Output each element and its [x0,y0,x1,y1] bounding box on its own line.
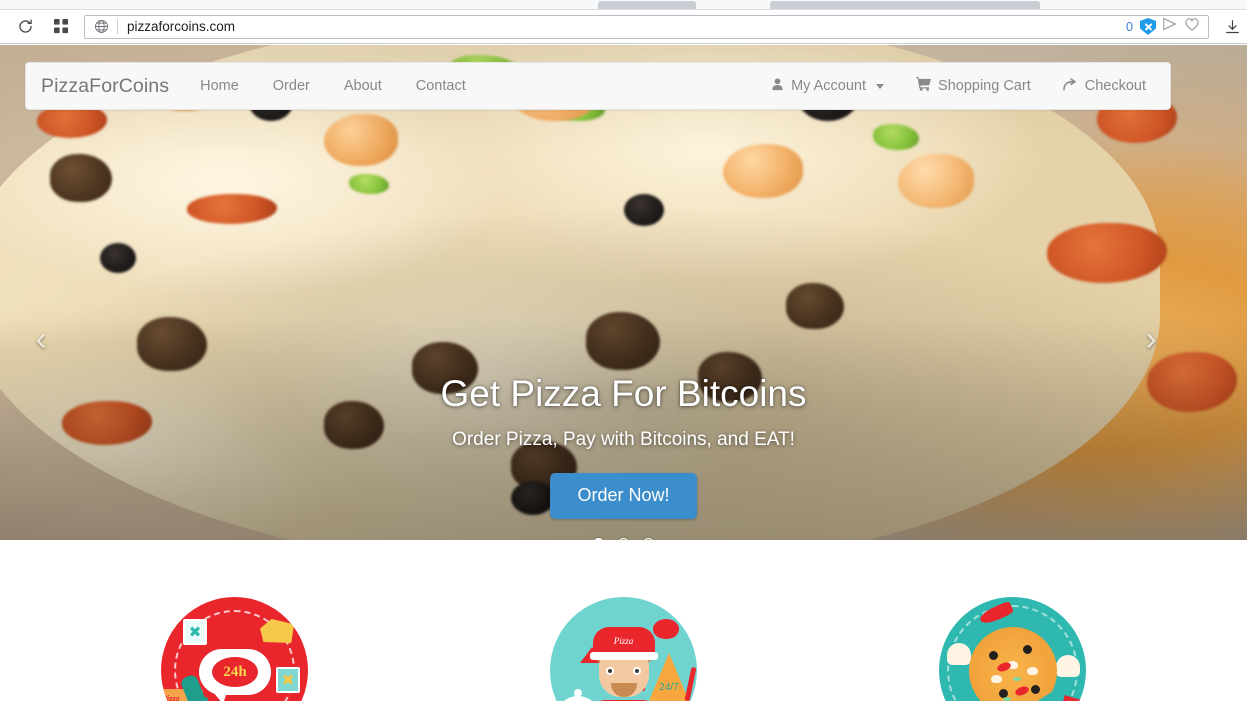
hero-carousel: PizzaForCoins Home Order About Contact M… [0,45,1247,540]
nav-my-account[interactable]: My Account [755,77,900,95]
food-cloche-icon [556,689,600,701]
feature-icon-pizza-chef[interactable]: 24/7 Pizza [550,597,697,701]
browser-window: pizzaforcoins.com 0 PizzaForCoins Home O… [0,0,1247,701]
grid-apps-icon[interactable] [44,13,78,41]
carousel-next-button[interactable]: › [1136,322,1166,356]
shopping-cart-icon [916,77,931,95]
secondary-nav: My Account Shopping Cart Checkout [755,77,1170,95]
carousel-prev-button[interactable]: ‹ [26,322,56,356]
tomato-icon [653,619,679,639]
browser-toolbar: pizzaforcoins.com 0 [0,10,1247,44]
hero-title: Get Pizza For Bitcoins [440,373,807,414]
chevron-right-icon: › [1145,320,1157,358]
pizza-slice-icon: 24/7 [649,653,689,701]
mushroom-icon [947,643,971,665]
nav-shopping-cart-label: Shopping Cart [938,78,1031,94]
chef-eye-left [606,667,614,675]
share-arrow-icon [1062,77,1078,95]
carousel-dot-3[interactable] [643,538,654,540]
feature-pizza-chef: 24/7 Pizza [429,597,818,701]
tab-strip [0,0,1247,10]
feature-icon-fresh-ingredients[interactable] [939,597,1086,701]
address-bar-actions: 0 [1126,17,1208,37]
feature-fresh-ingredients [818,597,1207,701]
features-section: ✖ ✖ Pizza 24h 24/7 Pizza [0,540,1247,701]
download-icon[interactable] [1217,13,1247,41]
nav-checkout-label: Checkout [1084,78,1146,94]
url-text[interactable]: pizzaforcoins.com [118,19,1126,34]
order-now-button[interactable]: Order Now! [550,472,697,519]
feature-delivery-24h: ✖ ✖ Pizza 24h [40,597,429,701]
send-to-device-icon[interactable] [1162,17,1178,36]
speech-bubble-icon: 24h [199,649,271,701]
chef-cap-icon: Pizza [589,627,658,660]
menu-board-icon: ✖ [276,667,300,693]
chef-eye-right [633,667,641,675]
page-viewport: PizzaForCoins Home Order About Contact M… [0,45,1247,701]
mushroom-icon-2 [1056,655,1080,677]
carousel-dot-2[interactable] [618,538,629,540]
nav-link-home[interactable]: Home [183,78,256,94]
tab-stub-right[interactable] [770,1,1040,9]
badge-24h: 24h [212,657,258,687]
feature-icon-delivery-24h[interactable]: ✖ ✖ Pizza 24h [161,597,308,701]
address-bar[interactable]: pizzaforcoins.com 0 [84,14,1209,39]
user-icon [771,77,784,95]
primary-nav: Home Order About Contact [183,78,483,94]
carousel-dot-1[interactable] [593,538,604,540]
nav-link-order[interactable]: Order [256,78,327,94]
globe-icon [85,16,117,38]
chevron-down-icon [876,83,885,89]
chevron-left-icon: ‹ [35,320,47,358]
nav-link-about[interactable]: About [327,78,399,94]
nav-checkout[interactable]: Checkout [1047,77,1162,95]
hero-subtitle: Order Pizza, Pay with Bitcoins, and EAT! [452,428,795,450]
pizza-box-label: Pizza [162,694,180,701]
slice-label-24-7: 24/7 [659,682,679,693]
nav-shopping-cart[interactable]: Shopping Cart [900,77,1047,95]
site-navbar: PizzaForCoins Home Order About Contact M… [25,62,1171,110]
heart-icon[interactable] [1184,17,1200,37]
reload-icon[interactable] [8,13,42,41]
menu-card-icon: ✖ [183,619,207,645]
tab-stub-left[interactable] [598,1,696,9]
blocked-count: 0 [1126,19,1133,34]
carousel-indicators [0,538,1247,540]
adblock-shield-icon[interactable] [1140,18,1156,35]
site-brand[interactable]: PizzaForCoins [26,75,183,98]
chef-cap-label: Pizza [613,636,634,646]
knife-icon [684,666,697,701]
nav-link-contact[interactable]: Contact [399,78,483,94]
hero-caption: Get Pizza For Bitcoins Order Pizza, Pay … [0,373,1247,519]
nav-my-account-label: My Account [791,78,867,94]
